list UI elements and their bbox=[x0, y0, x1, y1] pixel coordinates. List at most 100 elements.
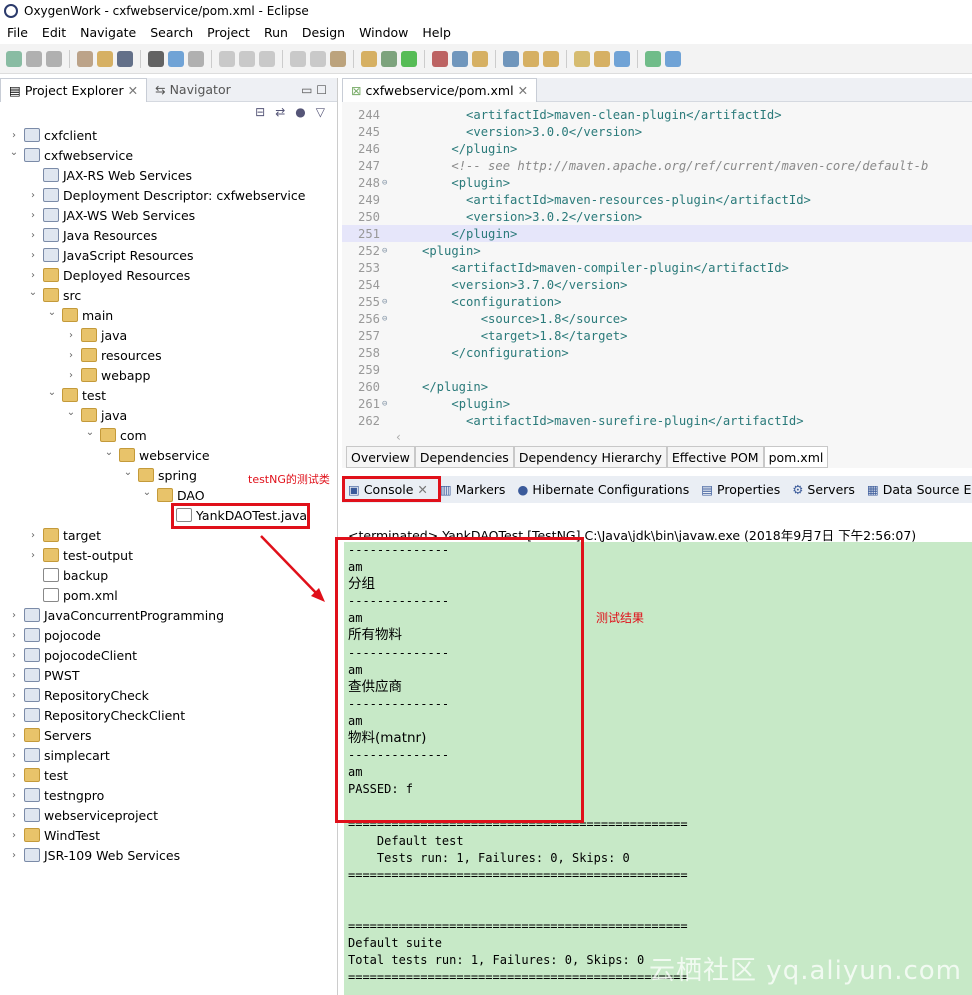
menu-file[interactable]: File bbox=[0, 25, 35, 40]
toolbar-button-16-icon[interactable] bbox=[381, 50, 397, 67]
chevron-right-icon[interactable]: › bbox=[65, 330, 77, 341]
chevron-down-icon[interactable]: ⌄ bbox=[27, 287, 39, 298]
fold-icon[interactable]: ⊖ bbox=[382, 246, 392, 256]
toolbar-button-27-icon[interactable] bbox=[645, 50, 661, 67]
chevron-down-icon[interactable]: ⌄ bbox=[122, 467, 134, 478]
toolbar-button-17-icon[interactable] bbox=[401, 50, 417, 67]
tree-item[interactable]: › testngpro bbox=[8, 785, 104, 805]
tree-item[interactable]: ⌄ test bbox=[46, 385, 106, 405]
tree-item[interactable]: › pojocodeClient bbox=[8, 645, 137, 665]
tree-item[interactable]: › webapp bbox=[65, 365, 150, 385]
tree-item[interactable]: › pojocode bbox=[8, 625, 101, 645]
tree-item[interactable]: ⌄ main bbox=[46, 305, 113, 325]
tree-item[interactable]: › resources bbox=[65, 345, 162, 365]
tree-item[interactable]: › test bbox=[8, 765, 68, 785]
tree-item[interactable]: ⌄ webservice bbox=[103, 445, 210, 465]
chevron-right-icon[interactable]: › bbox=[8, 630, 20, 641]
fold-icon[interactable]: ⊖ bbox=[382, 314, 392, 324]
tree-item[interactable]: › test-output bbox=[27, 545, 133, 565]
tree-item[interactable]: › cxfclient bbox=[8, 125, 97, 145]
toolbar-button-11-icon[interactable] bbox=[259, 50, 275, 67]
chevron-right-icon[interactable]: › bbox=[27, 270, 39, 281]
tree-item[interactable]: › Java Resources bbox=[27, 225, 157, 245]
chevron-down-icon[interactable]: ⌄ bbox=[46, 307, 58, 318]
tab-navigator[interactable]: ⇆ Navigator bbox=[147, 78, 239, 102]
tab-data-source-exp[interactable]: ▦Data Source Exp bbox=[867, 482, 972, 497]
chevron-down-icon[interactable]: ⌄ bbox=[141, 487, 153, 498]
toolbar-button-9-icon[interactable] bbox=[219, 50, 235, 67]
toolbar-button-3-icon[interactable] bbox=[77, 50, 93, 67]
toolbar-button-5-icon[interactable] bbox=[117, 50, 133, 67]
chevron-right-icon[interactable]: › bbox=[8, 650, 20, 661]
pom-tab-pom-xml[interactable]: pom.xml bbox=[763, 446, 829, 468]
toolbar-button-2-icon[interactable] bbox=[46, 50, 62, 67]
tree-item[interactable]: ⌄ java bbox=[65, 405, 127, 425]
menu-design[interactable]: Design bbox=[295, 25, 352, 40]
tab-markers[interactable]: ▥ Markers bbox=[440, 482, 506, 497]
toolbar-button-25-icon[interactable] bbox=[594, 50, 610, 67]
close-icon[interactable]: ✕ bbox=[128, 83, 138, 98]
chevron-right-icon[interactable]: › bbox=[8, 790, 20, 801]
toolbar-button-22-icon[interactable] bbox=[523, 50, 539, 67]
tab-pom-xml[interactable]: ⊠ cxfwebservice/pom.xml ✕ bbox=[342, 77, 538, 102]
tab-project-explorer[interactable]: ▤ Project Explorer ✕ bbox=[0, 77, 148, 102]
toolbar-button-14-icon[interactable] bbox=[330, 50, 346, 67]
tab-hibernate-configurations[interactable]: ● Hibernate Configurations bbox=[517, 482, 689, 497]
tree-item[interactable]: ⌄ spring bbox=[122, 465, 197, 485]
toolbar-button-4-icon[interactable] bbox=[97, 50, 113, 67]
tree-item[interactable]: pom.xml bbox=[27, 585, 118, 605]
menu-edit[interactable]: Edit bbox=[35, 25, 73, 40]
pom-tab-effective-pom[interactable]: Effective POM bbox=[666, 446, 764, 468]
chevron-right-icon[interactable]: › bbox=[8, 670, 20, 681]
chevron-down-icon[interactable]: ⌄ bbox=[84, 427, 96, 438]
close-icon[interactable]: ✕ bbox=[518, 83, 528, 98]
chevron-right-icon[interactable]: › bbox=[27, 230, 39, 241]
tree-item[interactable]: › RepositoryCheckClient bbox=[8, 705, 185, 725]
toolbar-button-20-icon[interactable] bbox=[472, 50, 488, 67]
tree-item[interactable]: › JavaConcurrentProgramming bbox=[8, 605, 224, 625]
tree-item[interactable]: › Deployed Resources bbox=[27, 265, 190, 285]
fold-icon[interactable]: ⊖ bbox=[382, 399, 392, 409]
chevron-right-icon[interactable]: › bbox=[27, 250, 39, 261]
menu-project[interactable]: Project bbox=[200, 25, 257, 40]
chevron-right-icon[interactable]: › bbox=[8, 810, 20, 821]
chevron-right-icon[interactable]: › bbox=[8, 730, 20, 741]
chevron-right-icon[interactable]: › bbox=[8, 750, 20, 761]
menu-help[interactable]: Help bbox=[415, 25, 458, 40]
tree-item[interactable]: backup bbox=[27, 565, 108, 585]
toolbar-button-23-icon[interactable] bbox=[543, 50, 559, 67]
toolbar-button-26-icon[interactable] bbox=[614, 50, 630, 67]
chevron-right-icon[interactable]: › bbox=[8, 610, 20, 621]
chevron-right-icon[interactable]: › bbox=[65, 350, 77, 361]
toolbar-button-6-icon[interactable] bbox=[148, 50, 164, 67]
tree-item[interactable]: › WindTest bbox=[8, 825, 100, 845]
chevron-right-icon[interactable]: › bbox=[27, 550, 39, 561]
chevron-right-icon[interactable]: › bbox=[27, 530, 39, 541]
chevron-down-icon[interactable]: ⌄ bbox=[8, 147, 20, 158]
chevron-down-icon[interactable]: ⌄ bbox=[65, 407, 77, 418]
tree-item[interactable]: JAX-RS Web Services bbox=[27, 165, 192, 185]
fold-icon[interactable]: ⊖ bbox=[382, 178, 392, 188]
tree-item[interactable]: › JSR-109 Web Services bbox=[8, 845, 180, 865]
tree-item[interactable]: › webserviceproject bbox=[8, 805, 158, 825]
toolbar-button-24-icon[interactable] bbox=[574, 50, 590, 67]
filter-icon[interactable]: ● bbox=[295, 105, 305, 121]
tree-item[interactable]: › JavaScript Resources bbox=[27, 245, 193, 265]
tree-item[interactable]: ⌄ src bbox=[27, 285, 81, 305]
chevron-right-icon[interactable]: › bbox=[8, 130, 20, 141]
tree-item[interactable]: › JAX-WS Web Services bbox=[27, 205, 195, 225]
toolbar-button-8-icon[interactable] bbox=[188, 50, 204, 67]
tree-item[interactable]: › Deployment Descriptor: cxfwebservice bbox=[27, 185, 305, 205]
chevron-right-icon[interactable]: › bbox=[8, 690, 20, 701]
chevron-right-icon[interactable]: › bbox=[8, 770, 20, 781]
tree-item[interactable]: › Servers bbox=[8, 725, 92, 745]
toolbar-button-1-icon[interactable] bbox=[26, 50, 42, 67]
view-menu-icon[interactable]: ▽ bbox=[316, 105, 325, 121]
pom-tab-dependency-hierarchy[interactable]: Dependency Hierarchy bbox=[513, 446, 667, 468]
tree-item[interactable]: › target bbox=[27, 525, 101, 545]
menu-window[interactable]: Window bbox=[352, 25, 415, 40]
tree-item[interactable]: › RepositoryCheck bbox=[8, 685, 149, 705]
chevron-down-icon[interactable]: ⌄ bbox=[103, 447, 115, 458]
toolbar-button-21-icon[interactable] bbox=[503, 50, 519, 67]
tree-item[interactable]: ⌄ DAO bbox=[141, 485, 205, 505]
